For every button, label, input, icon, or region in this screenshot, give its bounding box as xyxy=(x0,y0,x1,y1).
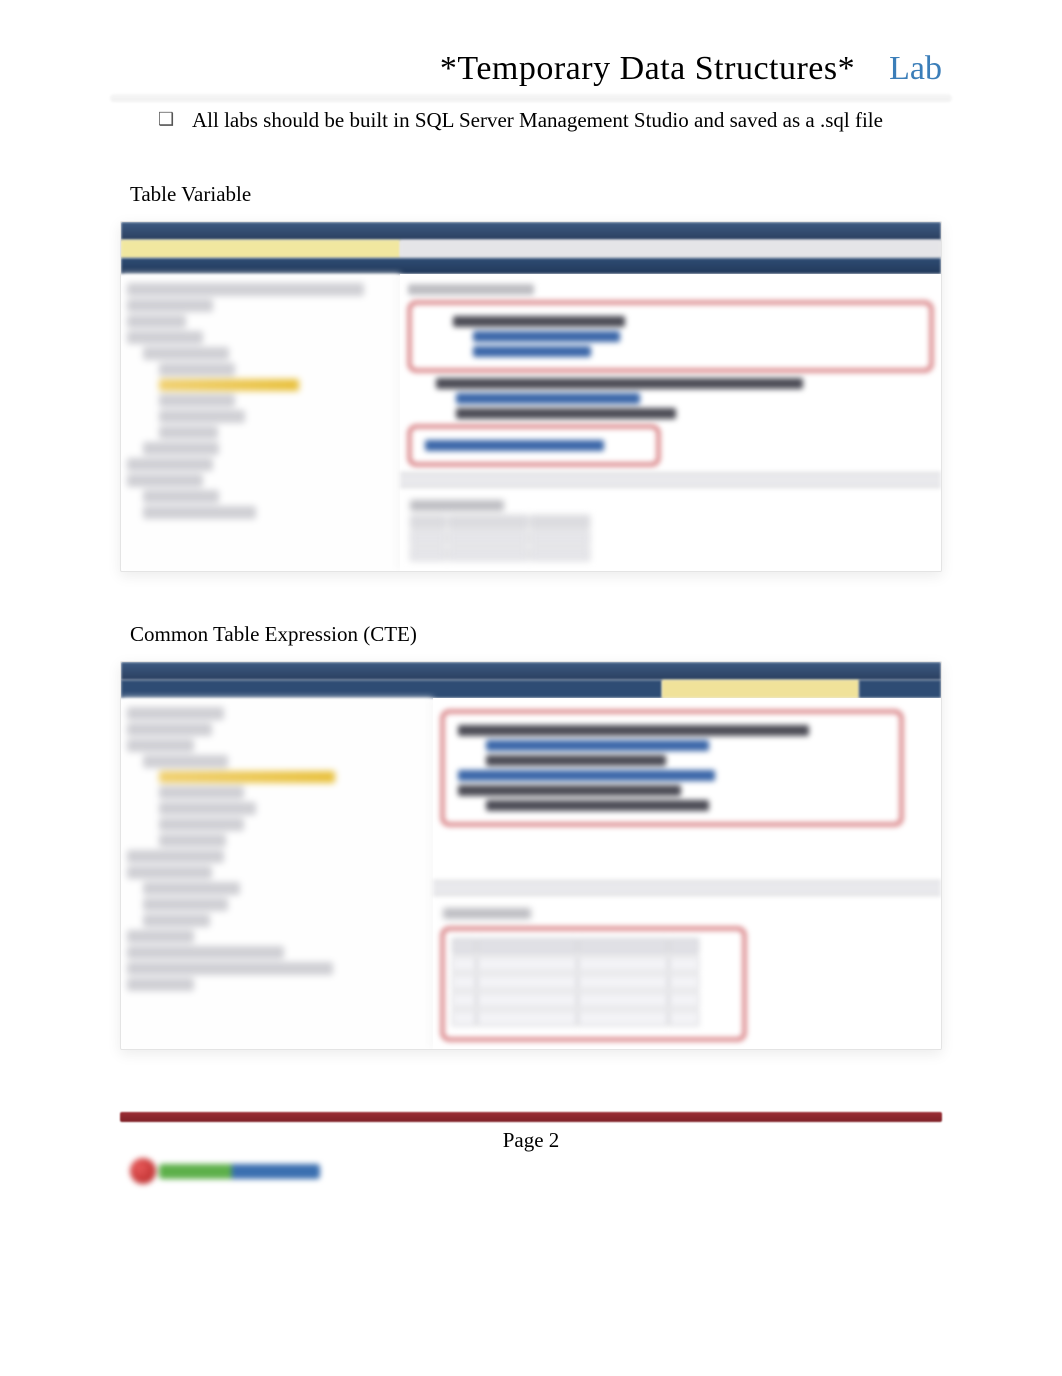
bullet-text: All labs should be built in SQL Server M… xyxy=(192,108,883,132)
logo-text xyxy=(159,1164,320,1179)
code-line xyxy=(473,331,620,342)
tree-node xyxy=(127,723,212,736)
tree-node xyxy=(143,755,228,768)
tree-node xyxy=(143,490,219,503)
tree-node xyxy=(127,962,333,975)
tree-node xyxy=(159,786,244,799)
highlight-box-cte-results xyxy=(441,927,746,1041)
tree-node xyxy=(127,930,194,943)
query-editor-pane xyxy=(433,698,941,1049)
tree-node xyxy=(127,739,194,752)
tree-node xyxy=(127,474,203,487)
results-grid xyxy=(441,902,933,925)
tree-node xyxy=(159,426,218,439)
object-explorer-pane xyxy=(121,698,433,1049)
tree-node xyxy=(143,347,229,360)
query-editor-pane xyxy=(400,274,941,571)
tree-node xyxy=(159,363,235,376)
ssms-screenshot-table-variable xyxy=(120,221,942,572)
bullet-icon: ❑ xyxy=(158,108,168,130)
tree-node xyxy=(159,818,244,831)
tree-node xyxy=(143,882,240,895)
tree-node xyxy=(127,850,224,863)
code-line xyxy=(473,346,591,357)
code-line xyxy=(486,800,709,811)
header-divider xyxy=(110,94,952,102)
tree-node xyxy=(159,834,226,847)
page-number: Page 2 xyxy=(0,1128,1062,1153)
tree-node xyxy=(159,394,235,407)
code-line xyxy=(486,755,666,766)
tree-node xyxy=(127,707,224,720)
footer-logo xyxy=(130,1155,320,1187)
code-line xyxy=(453,316,625,327)
object-explorer-tab xyxy=(662,680,859,698)
tree-node xyxy=(159,410,245,423)
results-label xyxy=(443,908,531,919)
highlight-box-cte-query xyxy=(441,710,904,826)
results-grid xyxy=(408,494,933,565)
section-heading-table-variable: Table Variable xyxy=(0,132,1062,221)
code-line xyxy=(458,725,810,736)
object-explorer-pane xyxy=(121,274,400,571)
tree-node xyxy=(143,898,228,911)
code-line xyxy=(458,785,681,796)
ssms-titlebar xyxy=(121,662,941,680)
tree-node xyxy=(127,315,186,328)
tree-node xyxy=(143,506,256,519)
ssms-tab-row xyxy=(121,240,941,258)
logo-icon xyxy=(130,1158,156,1184)
code-line xyxy=(425,440,604,451)
code-line xyxy=(456,393,640,404)
tree-node xyxy=(143,442,219,455)
tree-node xyxy=(159,802,256,815)
tab-spacer xyxy=(859,680,941,698)
results-label xyxy=(410,500,504,511)
highlight-box-declare xyxy=(408,301,933,372)
tree-node xyxy=(127,866,212,879)
page-header: *Temporary Data Structures* Lab xyxy=(0,50,1062,94)
query-tab xyxy=(400,240,941,258)
tree-node xyxy=(143,914,210,927)
highlight-box-select xyxy=(408,425,660,466)
tree-node xyxy=(127,458,213,471)
footer-divider xyxy=(120,1112,942,1122)
ssms-titlebar xyxy=(121,222,941,240)
section-heading-cte: Common Table Expression (CTE) xyxy=(0,572,1062,661)
code-line xyxy=(436,378,804,389)
tree-node xyxy=(127,946,284,959)
tree-node xyxy=(127,283,364,296)
object-explorer-tab xyxy=(121,240,400,258)
code-line xyxy=(458,770,715,781)
results-divider xyxy=(400,472,941,488)
code-line xyxy=(456,408,677,419)
tree-node-highlighted xyxy=(159,379,299,391)
document-title: *Temporary Data Structures* xyxy=(440,50,855,88)
ssms-toolbar xyxy=(121,258,941,274)
bullet-list-item: ❑ All labs should be built in SQL Server… xyxy=(0,102,1062,132)
results-divider xyxy=(433,880,941,896)
tree-node xyxy=(127,331,203,344)
code-line xyxy=(486,740,709,751)
ssms-tab-row xyxy=(121,680,941,698)
tree-node xyxy=(127,978,194,991)
query-tab xyxy=(121,680,662,698)
document-badge: Lab xyxy=(889,50,942,88)
tree-node-highlighted xyxy=(159,771,335,783)
ssms-screenshot-cte xyxy=(120,661,942,1050)
code-line xyxy=(408,284,534,295)
tree-node xyxy=(127,299,213,312)
